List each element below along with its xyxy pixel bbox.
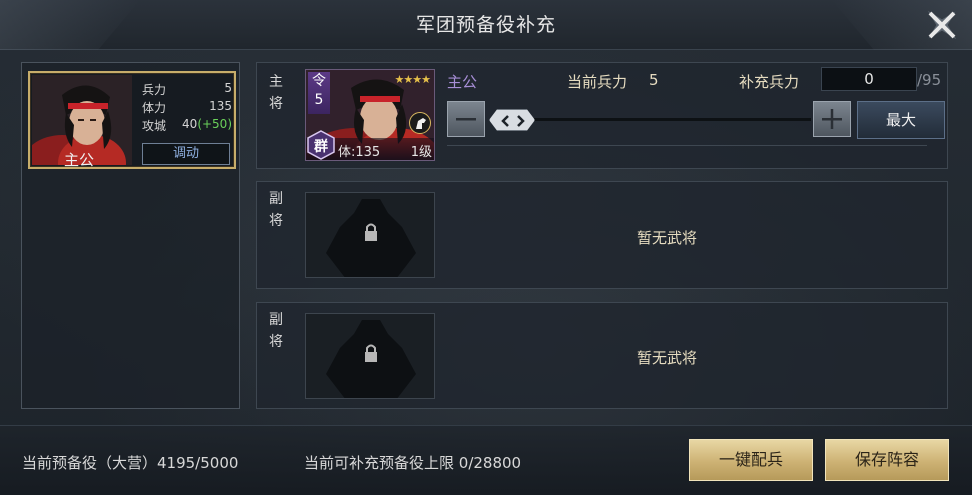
supplement-troops-label: 补充兵力 bbox=[739, 73, 800, 91]
slider-handle[interactable] bbox=[489, 109, 535, 131]
max-button[interactable]: 最大 bbox=[857, 101, 945, 139]
stat-bonus: (+50) bbox=[197, 117, 232, 131]
role-label-main: 主 将 bbox=[267, 71, 285, 115]
supplement-troops-input[interactable]: 0 bbox=[821, 67, 917, 91]
main-general-card[interactable]: 令 5 ★★★★ 体:135 1级 群 bbox=[305, 69, 435, 161]
role-char: 将 bbox=[269, 96, 283, 112]
stat-label: 攻城 bbox=[142, 119, 167, 133]
stat-troops: 兵力 5 bbox=[142, 81, 232, 97]
close-x-icon bbox=[927, 10, 957, 40]
slider-track[interactable] bbox=[493, 118, 811, 121]
role-char: 将 bbox=[269, 213, 283, 229]
stat-value: 135 bbox=[209, 99, 232, 113]
faction-badge-icon: 群 bbox=[306, 130, 336, 160]
empty-general-slot[interactable] bbox=[305, 313, 435, 399]
main-divider bbox=[447, 145, 927, 146]
slider-arrows-icon bbox=[501, 115, 525, 127]
order-char: 令 bbox=[312, 73, 326, 89]
order-number: 5 bbox=[314, 92, 324, 108]
general-name: 主公 bbox=[64, 151, 95, 169]
horse-icon bbox=[409, 112, 431, 134]
role-label-sub: 副 将 bbox=[267, 188, 285, 232]
stat-value-group: 40(+50) bbox=[182, 117, 232, 131]
current-troops-value: 5 bbox=[649, 71, 659, 89]
sub-general-slot-2: 副 将 暂无武将 bbox=[256, 302, 948, 409]
decrease-button[interactable] bbox=[447, 101, 485, 137]
role-char: 副 bbox=[269, 191, 283, 207]
reserve-count-text: 当前预备役（大营）4195/5000 bbox=[22, 454, 239, 472]
order-badge: 令 5 bbox=[308, 72, 330, 114]
locked-silhouette-icon bbox=[326, 320, 416, 398]
stat-stamina: 体力 135 bbox=[142, 99, 232, 115]
role-char: 副 bbox=[269, 312, 283, 328]
empty-slot-text: 暂无武将 bbox=[637, 229, 698, 247]
general-card-lord[interactable]: 兵力 5 体力 135 攻城 40(+50) 主公 调动 bbox=[28, 71, 236, 169]
save-lineup-button[interactable]: 保存阵容 bbox=[825, 439, 949, 481]
supplement-troops-max: /95 bbox=[917, 71, 942, 89]
star-rating-icon: ★★★★ bbox=[394, 73, 431, 86]
role-label-sub: 副 将 bbox=[267, 309, 285, 353]
general-level: 1级 bbox=[410, 145, 432, 160]
title-bar: 军团预备役补充 bbox=[0, 0, 972, 50]
current-troops-label: 当前兵力 bbox=[567, 73, 628, 91]
stat-label: 兵力 bbox=[142, 83, 167, 97]
locked-silhouette-icon bbox=[326, 199, 416, 277]
empty-slot-text: 暂无武将 bbox=[637, 349, 698, 367]
deploy-button[interactable]: 调动 bbox=[142, 143, 230, 165]
bottom-bar: 当前预备役（大营）4195/5000 当前可补充预备役上限 0/28800 一键… bbox=[0, 425, 972, 495]
minus-icon bbox=[456, 118, 476, 121]
main-general-name: 主公 bbox=[447, 73, 478, 91]
stat-label: 体力 bbox=[142, 101, 167, 115]
general-stamina: 体:135 bbox=[338, 145, 381, 160]
stat-value: 5 bbox=[224, 81, 232, 95]
supplement-limit-text: 当前可补充预备役上限 0/28800 bbox=[304, 454, 522, 472]
increase-button[interactable] bbox=[813, 101, 851, 137]
empty-general-slot[interactable] bbox=[305, 192, 435, 278]
sub-general-slot-1: 副 将 暂无武将 bbox=[256, 181, 948, 289]
stat-siege: 攻城 40(+50) bbox=[142, 117, 232, 133]
close-button[interactable] bbox=[920, 4, 964, 46]
faction-char: 群 bbox=[314, 139, 328, 155]
page-title: 军团预备役补充 bbox=[415, 14, 556, 36]
role-char: 主 bbox=[269, 74, 283, 90]
main-general-slot: 主 将 令 5 ★★★★ 体:135 1级 群 主公 当前兵力 5 补充兵力 0… bbox=[256, 62, 948, 169]
role-char: 将 bbox=[269, 334, 283, 350]
plus-icon bbox=[822, 109, 842, 129]
auto-assign-troops-button[interactable]: 一键配兵 bbox=[689, 439, 813, 481]
general-list-panel: 兵力 5 体力 135 攻城 40(+50) 主公 调动 bbox=[21, 62, 240, 409]
stat-value: 40 bbox=[182, 117, 198, 131]
